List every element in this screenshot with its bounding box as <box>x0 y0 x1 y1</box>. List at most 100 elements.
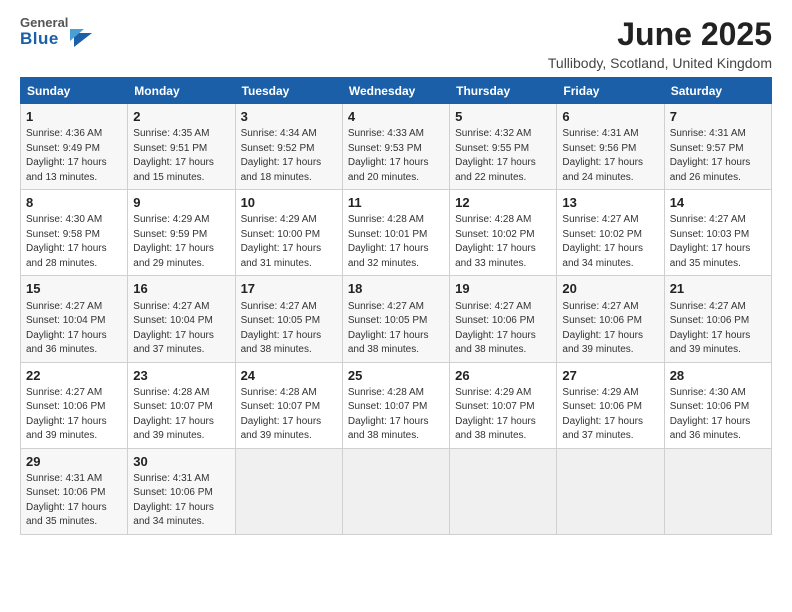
day-info: Sunrise: 4:27 AM Sunset: 10:06 PM Daylig… <box>26 386 122 444</box>
calendar-week-5: 29Sunrise: 4:31 AM Sunset: 10:06 PM Dayl… <box>21 448 772 534</box>
table-row: 25Sunrise: 4:28 AM Sunset: 10:07 PM Dayl… <box>342 362 449 448</box>
day-number: 5 <box>455 108 551 126</box>
table-row: 3Sunrise: 4:34 AM Sunset: 9:52 PM Daylig… <box>235 104 342 190</box>
day-info: Sunrise: 4:29 AM Sunset: 10:07 PM Daylig… <box>455 386 551 444</box>
table-row: 18Sunrise: 4:27 AM Sunset: 10:05 PM Dayl… <box>342 276 449 362</box>
table-row: 28Sunrise: 4:30 AM Sunset: 10:06 PM Dayl… <box>664 362 771 448</box>
logo: General Blue <box>20 16 92 49</box>
table-row: 6Sunrise: 4:31 AM Sunset: 9:56 PM Daylig… <box>557 104 664 190</box>
day-number: 16 <box>133 280 229 298</box>
table-row <box>557 448 664 534</box>
day-info: Sunrise: 4:36 AM Sunset: 9:49 PM Dayligh… <box>26 127 122 185</box>
day-info: Sunrise: 4:28 AM Sunset: 10:07 PM Daylig… <box>241 386 337 444</box>
day-info: Sunrise: 4:30 AM Sunset: 10:06 PM Daylig… <box>670 386 766 444</box>
day-number: 3 <box>241 108 337 126</box>
table-row: 4Sunrise: 4:33 AM Sunset: 9:53 PM Daylig… <box>342 104 449 190</box>
day-number: 29 <box>26 453 122 471</box>
day-number: 1 <box>26 108 122 126</box>
day-info: Sunrise: 4:27 AM Sunset: 10:04 PM Daylig… <box>133 300 229 358</box>
day-info: Sunrise: 4:35 AM Sunset: 9:51 PM Dayligh… <box>133 127 229 185</box>
table-row: 16 Sunrise: 4:27 AM Sunset: 10:04 PM Dayl… <box>128 276 235 362</box>
table-row: 29Sunrise: 4:31 AM Sunset: 10:06 PM Dayl… <box>21 448 128 534</box>
logo-icon <box>70 19 92 47</box>
table-row: 5Sunrise: 4:32 AM Sunset: 9:55 PM Daylig… <box>450 104 557 190</box>
day-number: 25 <box>348 367 444 385</box>
table-row: 12Sunrise: 4:28 AM Sunset: 10:02 PM Dayl… <box>450 190 557 276</box>
table-row: 15Sunrise: 4:27 AM Sunset: 10:04 PM Dayl… <box>21 276 128 362</box>
table-row: 20 Sunrise: 4:27 AM Sunset: 10:06 PM Dayl… <box>557 276 664 362</box>
day-number: 18 <box>348 280 444 298</box>
table-row: 19 Sunrise: 4:27 AM Sunset: 10:06 PM Dayl… <box>450 276 557 362</box>
logo-blue: Blue <box>20 30 68 49</box>
calendar-table: Sunday Monday Tuesday Wednesday Thursday… <box>20 77 772 535</box>
day-info: Sunrise: 4:33 AM Sunset: 9:53 PM Dayligh… <box>348 127 444 185</box>
day-info: Sunrise: 4:28 AM Sunset: 10:02 PM Daylig… <box>455 213 551 271</box>
col-sunday: Sunday <box>21 78 128 104</box>
table-row <box>664 448 771 534</box>
day-info: Sunrise: 4:32 AM Sunset: 9:55 PM Dayligh… <box>455 127 551 185</box>
table-row: 23Sunrise: 4:28 AM Sunset: 10:07 PM Dayl… <box>128 362 235 448</box>
day-info: Sunrise: 4:27 AM Sunset: 10:02 PM Daylig… <box>562 213 658 271</box>
calendar-week-4: 22Sunrise: 4:27 AM Sunset: 10:06 PM Dayl… <box>21 362 772 448</box>
title-block: June 2025 Tullibody, Scotland, United Ki… <box>548 16 772 71</box>
page: General Blue June 2025 Tullibody, Scotla… <box>0 0 792 612</box>
day-number: 7 <box>670 108 766 126</box>
col-wednesday: Wednesday <box>342 78 449 104</box>
day-number: 9 <box>133 194 229 212</box>
day-info: Sunrise: 4:27 AM Sunset: 10:03 PM Daylig… <box>670 213 766 271</box>
day-number: 13 <box>562 194 658 212</box>
col-saturday: Saturday <box>664 78 771 104</box>
calendar-title: June 2025 <box>548 16 772 53</box>
day-number: 8 <box>26 194 122 212</box>
day-number: 10 <box>241 194 337 212</box>
col-friday: Friday <box>557 78 664 104</box>
table-row <box>342 448 449 534</box>
day-number: 4 <box>348 108 444 126</box>
table-row: 13Sunrise: 4:27 AM Sunset: 10:02 PM Dayl… <box>557 190 664 276</box>
table-row <box>450 448 557 534</box>
table-row: 10Sunrise: 4:29 AM Sunset: 10:00 PM Dayl… <box>235 190 342 276</box>
day-info: Sunrise: 4:29 AM Sunset: 10:00 PM Daylig… <box>241 213 337 271</box>
day-info: Sunrise: 4:30 AM Sunset: 9:58 PM Dayligh… <box>26 213 122 271</box>
day-number: 26 <box>455 367 551 385</box>
day-number: 17 <box>241 280 337 298</box>
day-number: 15 <box>26 280 122 298</box>
day-info: Sunrise: 4:27 AM Sunset: 10:06 PM Daylig… <box>562 300 658 358</box>
calendar-week-1: 1Sunrise: 4:36 AM Sunset: 9:49 PM Daylig… <box>21 104 772 190</box>
day-info: Sunrise: 4:34 AM Sunset: 9:52 PM Dayligh… <box>241 127 337 185</box>
day-info: Sunrise: 4:27 AM Sunset: 10:06 PM Daylig… <box>670 300 766 358</box>
day-number: 19 <box>455 280 551 298</box>
table-row: 21 Sunrise: 4:27 AM Sunset: 10:06 PM Dayl… <box>664 276 771 362</box>
day-info: Sunrise: 4:31 AM Sunset: 9:56 PM Dayligh… <box>562 127 658 185</box>
col-monday: Monday <box>128 78 235 104</box>
table-row <box>235 448 342 534</box>
table-row: 24Sunrise: 4:28 AM Sunset: 10:07 PM Dayl… <box>235 362 342 448</box>
day-info: Sunrise: 4:27 AM Sunset: 10:06 PM Daylig… <box>455 300 551 358</box>
day-info: Sunrise: 4:27 AM Sunset: 10:05 PM Daylig… <box>241 300 337 358</box>
table-row: 26Sunrise: 4:29 AM Sunset: 10:07 PM Dayl… <box>450 362 557 448</box>
day-number: 2 <box>133 108 229 126</box>
day-number: 30 <box>133 453 229 471</box>
calendar-subtitle: Tullibody, Scotland, United Kingdom <box>548 55 772 71</box>
calendar-week-3: 15 Sunrise: 4:27 AM Sunset: 10:04 PM Dayl… <box>21 276 772 362</box>
day-number: 6 <box>562 108 658 126</box>
table-row: 17 Sunrise: 4:27 AM Sunset: 10:05 PM Dayl… <box>235 276 342 362</box>
table-row: 22Sunrise: 4:27 AM Sunset: 10:06 PM Dayl… <box>21 362 128 448</box>
day-info: Sunrise: 4:28 AM Sunset: 10:01 PM Daylig… <box>348 213 444 271</box>
table-row: 14Sunrise: 4:27 AM Sunset: 10:03 PM Dayl… <box>664 190 771 276</box>
table-row: 9Sunrise: 4:29 AM Sunset: 9:59 PM Daylig… <box>128 190 235 276</box>
day-number: 28 <box>670 367 766 385</box>
calendar-week-2: 8Sunrise: 4:30 AM Sunset: 9:58 PM Daylig… <box>21 190 772 276</box>
day-info: Sunrise: 4:28 AM Sunset: 10:07 PM Daylig… <box>348 386 444 444</box>
day-number: 23 <box>133 367 229 385</box>
header-row: Sunday Monday Tuesday Wednesday Thursday… <box>21 78 772 104</box>
logo-general: General <box>20 16 68 30</box>
day-number: 24 <box>241 367 337 385</box>
table-row: 30Sunrise: 4:31 AM Sunset: 10:06 PM Dayl… <box>128 448 235 534</box>
table-row: 7Sunrise: 4:31 AM Sunset: 9:57 PM Daylig… <box>664 104 771 190</box>
day-number: 12 <box>455 194 551 212</box>
day-info: Sunrise: 4:31 AM Sunset: 10:06 PM Daylig… <box>26 472 122 530</box>
day-number: 21 <box>670 280 766 298</box>
day-number: 20 <box>562 280 658 298</box>
table-row: 2Sunrise: 4:35 AM Sunset: 9:51 PM Daylig… <box>128 104 235 190</box>
